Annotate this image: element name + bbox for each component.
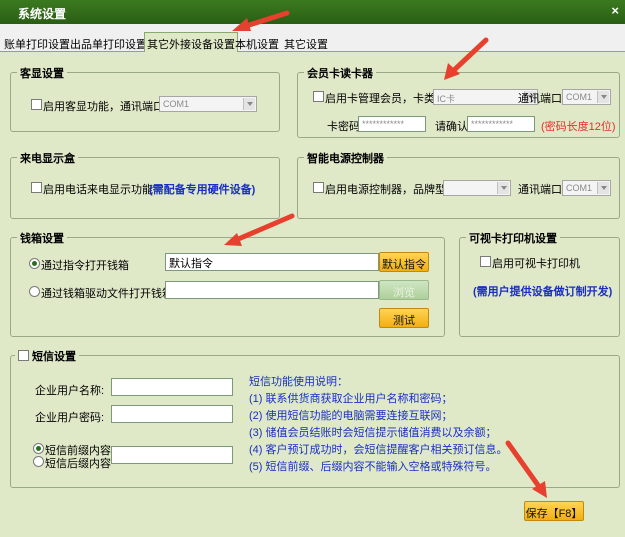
power-controller-group: 智能电源控制器 启用电源控制器，品牌型号 通讯端口 COM1 [297,150,620,219]
card-reader-port-value: COM1 [566,92,593,102]
visual-card-printer-checkbox[interactable] [480,256,491,267]
sms-info-line-3: (3) 储值会员结账时会短信提示储值消费以及余额； [249,427,497,439]
sms-info-line-4: (4) 客户预订成功时，会短信提醒客户相关预订信息。 [249,444,508,456]
caller-id-note: (需配备专用硬件设备) [149,184,256,196]
card-reader-port-select[interactable]: COM1 [562,89,611,105]
sms-suffix-label: 短信后缀内容 [45,458,111,470]
chevron-down-icon [597,91,609,103]
caller-id-label: 启用电话来电显示功能 [43,184,153,196]
tab-local-settings[interactable]: 本机设置 [233,34,281,52]
window-title: 系统设置 [18,7,67,21]
close-icon[interactable]: × [611,3,619,18]
card-type-value: IC卡 [437,94,456,104]
card-confirm-input[interactable]: ************ [467,116,535,132]
power-controller-label: 启用电源控制器，品牌型号 [325,184,457,196]
power-port-value: COM1 [566,183,593,193]
cash-drawer-group: 钱箱设置 通过指令打开钱箱 默认指令 默认指令 通过钱箱驱动文件打开钱箱 浏览 … [10,230,445,337]
sms-user-name-input[interactable] [111,378,233,396]
card-reader-label: 启用卡管理会员，卡类型 [325,93,446,105]
power-port-select[interactable]: COM1 [562,180,611,196]
customer-display-port-select[interactable]: COM1 [159,96,257,112]
power-controller-checkbox[interactable] [313,182,324,193]
sms-info-title: 短信功能使用说明： [249,376,348,388]
card-reader-checkbox[interactable] [313,91,324,102]
card-password-input[interactable]: ************ [358,116,426,132]
card-password-label: 卡密码 [327,121,360,133]
cash-drawer-title: 钱箱设置 [17,230,67,246]
tab-bill-print[interactable]: 账单打印设置 [2,34,72,52]
sms-user-pw-input[interactable] [111,405,233,423]
tab-bar: 账单打印设置 出品单打印设置 其它外接设备设置 本机设置 其它设置 [0,24,625,53]
test-button[interactable]: 测试 [379,308,429,328]
sms-user-pw-label: 企业用户密码: [35,412,105,424]
sms-title: 短信设置 [32,351,76,363]
visual-card-printer-note: (需用户提供设备做订制开发) [473,286,613,298]
sms-user-name-label: 企业用户名称: [35,385,105,397]
chevron-down-icon [597,182,609,194]
sms-prefix-radio[interactable] [33,443,44,454]
cash-drawer-driver-radio[interactable] [29,286,40,297]
settings-panel: 客显设置 启用客显功能，通讯端口 COM1 会员卡读卡器 启用卡管理会员，卡类型… [0,52,625,537]
cash-drawer-command-radio[interactable] [29,258,40,269]
caller-id-group: 来电显示盒 启用电话来电显示功能 (需配备专用硬件设备) [10,150,280,219]
customer-display-title: 客显设置 [17,65,67,81]
cash-drawer-driver-label: 通过钱箱驱动文件打开钱箱 [41,288,173,300]
customer-display-label: 启用客显功能，通讯端口 [43,101,164,113]
tab-external-devices[interactable]: 其它外接设备设置 [144,32,238,53]
card-reader-port-label: 通讯端口 [518,93,562,105]
sms-suffix-radio[interactable] [33,456,44,467]
sms-info-line-1: (1) 联系供货商获取企业用户名称和密码； [249,393,453,405]
cash-drawer-driver-input[interactable] [165,281,379,299]
card-confirm-label: 请确认 [435,121,468,133]
chevron-down-icon [243,98,255,110]
caller-id-title: 来电显示盒 [17,150,78,166]
password-length-hint: (密码长度12位) [541,121,616,133]
tab-other-settings[interactable]: 其它设置 [282,34,330,52]
tab-kitchen-print[interactable]: 出品单打印设置 [68,34,149,52]
customer-display-port-value: COM1 [163,99,190,109]
card-reader-title: 会员卡读卡器 [304,65,376,81]
save-button[interactable]: 保存【F8】 [524,501,584,521]
power-port-label: 通讯端口 [518,184,562,196]
caller-id-checkbox[interactable] [31,182,42,193]
sms-affix-input[interactable] [111,446,233,464]
sms-group: 短信设置 企业用户名称: 企业用户密码: 短信前缀内容 短信后缀内容 短信功能使… [10,348,620,488]
sms-info-line-5: (5) 短信前缀、后缀内容不能输入空格或特殊符号。 [249,461,497,473]
visual-card-printer-group: 可视卡打印机设置 启用可视卡打印机 (需用户提供设备做订制开发) [459,230,620,337]
cash-drawer-command-label: 通过指令打开钱箱 [41,260,129,272]
chevron-down-icon [497,182,509,194]
visual-card-printer-title: 可视卡打印机设置 [466,230,560,246]
sms-info-line-2: (2) 使用短信功能的电脑需要连接互联网； [249,410,453,422]
customer-display-group: 客显设置 启用客显功能，通讯端口 COM1 [10,65,280,132]
power-controller-title: 智能电源控制器 [304,150,387,166]
customer-display-checkbox[interactable] [31,99,42,110]
power-brand-select[interactable] [443,180,511,196]
cash-drawer-command-input[interactable]: 默认指令 [165,253,379,271]
visual-card-printer-label: 启用可视卡打印机 [492,258,580,270]
browse-button[interactable]: 浏览 [379,280,429,300]
default-command-button[interactable]: 默认指令 [379,252,429,272]
sms-checkbox[interactable] [18,350,29,361]
sms-title-wrap: 短信设置 [15,348,79,364]
card-reader-group: 会员卡读卡器 启用卡管理会员，卡类型 IC卡 通讯端口 COM1 卡密码 ***… [297,65,620,138]
title-bar: 系统设置 × [0,0,625,24]
